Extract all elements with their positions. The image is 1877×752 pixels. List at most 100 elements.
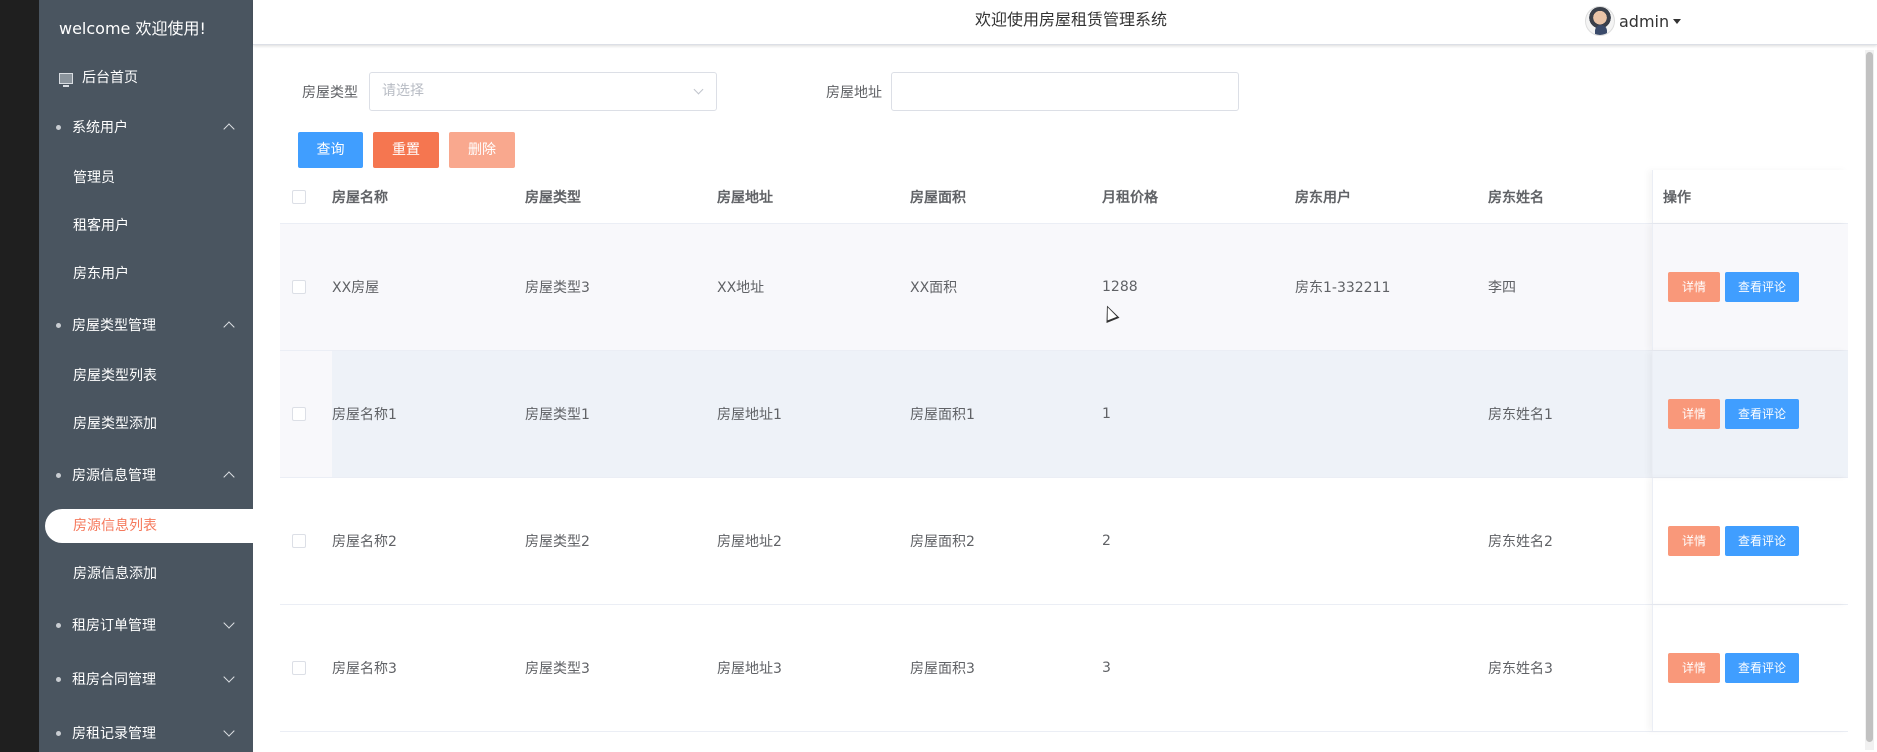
sidebar-item-listing-add[interactable]: 房源信息添加: [39, 550, 253, 598]
sidebar-group-label: 系统用户: [72, 120, 128, 136]
select-all-checkbox[interactable]: [292, 189, 306, 204]
sidebar-group-listings[interactable]: 房源信息管理: [39, 448, 253, 502]
row-select-cell: [280, 407, 332, 421]
sidebar-home-label: 后台首页: [82, 70, 138, 86]
delete-button[interactable]: 删除: [449, 132, 515, 168]
sidebar: welcome 欢迎使用! 后台首页 系统用户 管理员 租客用户 房东用户 房屋…: [39, 0, 253, 752]
column-header: 房屋类型: [525, 189, 581, 206]
row-checkbox[interactable]: [292, 534, 306, 548]
table-cell: XX面积: [910, 280, 958, 296]
sidebar-item-landlords[interactable]: 房东用户: [39, 250, 253, 298]
sidebar-item-home[interactable]: 后台首页: [39, 57, 253, 100]
sidebar-group-orders[interactable]: 租房订单管理: [39, 598, 253, 652]
caret-down-icon: [1673, 18, 1682, 24]
page-title: 欢迎使用房屋租赁管理系统: [975, 10, 1168, 29]
view-reviews-button[interactable]: 查看评论: [1725, 272, 1799, 302]
chevron-down-icon: [223, 725, 235, 737]
chevron-up-icon: [223, 471, 235, 483]
monitor-icon: [59, 73, 73, 87]
sidebar-group-label: 租房订单管理: [72, 618, 156, 634]
row-checkbox[interactable]: [292, 407, 306, 421]
sidebar-item-listing-list[interactable]: 房源信息列表: [45, 509, 253, 543]
view-reviews-button[interactable]: 查看评论: [1725, 399, 1799, 429]
table-cell: 房屋地址3: [717, 661, 782, 677]
table-cell: 房屋地址2: [717, 534, 782, 550]
row-select-cell: [280, 534, 332, 548]
sidebar-item-admins[interactable]: 管理员: [39, 154, 253, 202]
sidebar-item-house-type-add[interactable]: 房屋类型添加: [39, 400, 253, 448]
column-header: 房东姓名: [1488, 189, 1544, 206]
column-header: 房屋面积: [910, 189, 966, 206]
row-actions: 详情 查看评论: [1652, 605, 1848, 731]
bullet-icon: [56, 622, 61, 628]
view-reviews-button[interactable]: 查看评论: [1725, 653, 1799, 683]
table-cell: 房屋面积2: [910, 534, 975, 550]
column-header: 房东用户: [1295, 189, 1351, 206]
table-row: 房屋名称1 房屋类型1 房屋地址1 房屋面积1 1 房东姓名1 详情 查看评论: [280, 351, 1848, 478]
chevron-up-icon: [223, 321, 235, 333]
house-address-input[interactable]: [891, 72, 1239, 111]
table-cell: 房东姓名2: [1488, 534, 1553, 550]
sidebar-group-label: 房源信息管理: [72, 468, 156, 484]
column-header: 月租价格: [1102, 189, 1158, 206]
house-type-label: 房屋类型: [302, 85, 358, 101]
select-all-cell: [280, 189, 332, 204]
row-select-cell: [280, 280, 332, 294]
bullet-icon: [56, 472, 61, 478]
table-cell: 房屋类型1: [525, 407, 590, 423]
bullet-icon: [56, 730, 61, 736]
user-menu[interactable]: admin: [1585, 6, 1682, 36]
table-cell: XX房屋: [332, 280, 380, 296]
chevron-down-icon: [693, 84, 704, 95]
row-checkbox[interactable]: [292, 661, 306, 675]
table-row: 房屋名称3 房屋类型3 房屋地址3 房屋面积3 3 房东姓名3 详情 查看评论: [280, 605, 1848, 732]
bullet-icon: [56, 124, 61, 130]
sidebar-group-contracts[interactable]: 租房合同管理: [39, 652, 253, 706]
column-header: 房屋名称: [332, 189, 388, 206]
view-reviews-button[interactable]: 查看评论: [1725, 526, 1799, 556]
house-address-label: 房屋地址: [826, 85, 882, 101]
detail-button[interactable]: 详情: [1668, 526, 1720, 556]
detail-button[interactable]: 详情: [1668, 653, 1720, 683]
table-cell: 房屋地址1: [717, 407, 782, 423]
bullet-icon: [56, 322, 61, 328]
username: admin: [1619, 11, 1670, 31]
reset-button[interactable]: 重置: [373, 132, 439, 168]
sidebar-group-system-users[interactable]: 系统用户: [39, 100, 253, 154]
table-cell: 1288: [1102, 279, 1138, 295]
page-scrollbar[interactable]: [1865, 50, 1874, 750]
column-header: 房屋地址: [717, 189, 773, 206]
table-cell: 房屋类型2: [525, 534, 590, 550]
table-cell: 房屋名称3: [332, 661, 397, 677]
detail-button[interactable]: 详情: [1668, 399, 1720, 429]
table-cell: 李四: [1488, 280, 1516, 296]
top-header: 欢迎使用房屋租赁管理系统 admin: [253, 0, 1877, 45]
table-cell: 房屋类型3: [525, 280, 590, 296]
row-actions: 详情 查看评论: [1652, 478, 1848, 604]
scrollbar-thumb[interactable]: [1866, 52, 1873, 742]
table-cell: 房屋名称2: [332, 534, 397, 550]
detail-button[interactable]: 详情: [1668, 272, 1720, 302]
table-cell: 房东姓名1: [1488, 407, 1553, 423]
sidebar-group-label: 租房合同管理: [72, 672, 156, 688]
sidebar-item-tenants[interactable]: 租客用户: [39, 202, 253, 250]
sidebar-group-house-types[interactable]: 房屋类型管理: [39, 298, 253, 352]
query-button[interactable]: 查询: [298, 132, 363, 168]
table-cell: 房屋面积1: [910, 407, 975, 423]
sidebar-item-house-type-list[interactable]: 房屋类型列表: [39, 352, 253, 400]
sidebar-group-label: 房屋类型管理: [72, 318, 156, 334]
table-header: 房屋名称 房屋类型 房屋地址 房屋面积 月租价格 房东用户 房东姓名 操作: [280, 170, 1848, 224]
table-row: 房屋名称2 房屋类型2 房屋地址2 房屋面积2 2 房东姓名2 详情 查看评论: [280, 478, 1848, 605]
table-cell: 房东姓名3: [1488, 661, 1553, 677]
table-cell: 3: [1102, 660, 1111, 676]
house-type-select[interactable]: 请选择: [369, 72, 717, 111]
table-cell: 房屋类型3: [525, 661, 590, 677]
sidebar-group-label: 房租记录管理: [72, 726, 156, 742]
column-header: 操作: [1652, 170, 1848, 223]
avatar: [1585, 6, 1615, 36]
row-actions: 详情 查看评论: [1652, 351, 1848, 477]
row-actions: 详情 查看评论: [1652, 224, 1848, 350]
sidebar-group-rent-records[interactable]: 房租记录管理: [39, 706, 253, 752]
left-edge-strip: [0, 0, 39, 752]
row-checkbox[interactable]: [292, 280, 306, 294]
